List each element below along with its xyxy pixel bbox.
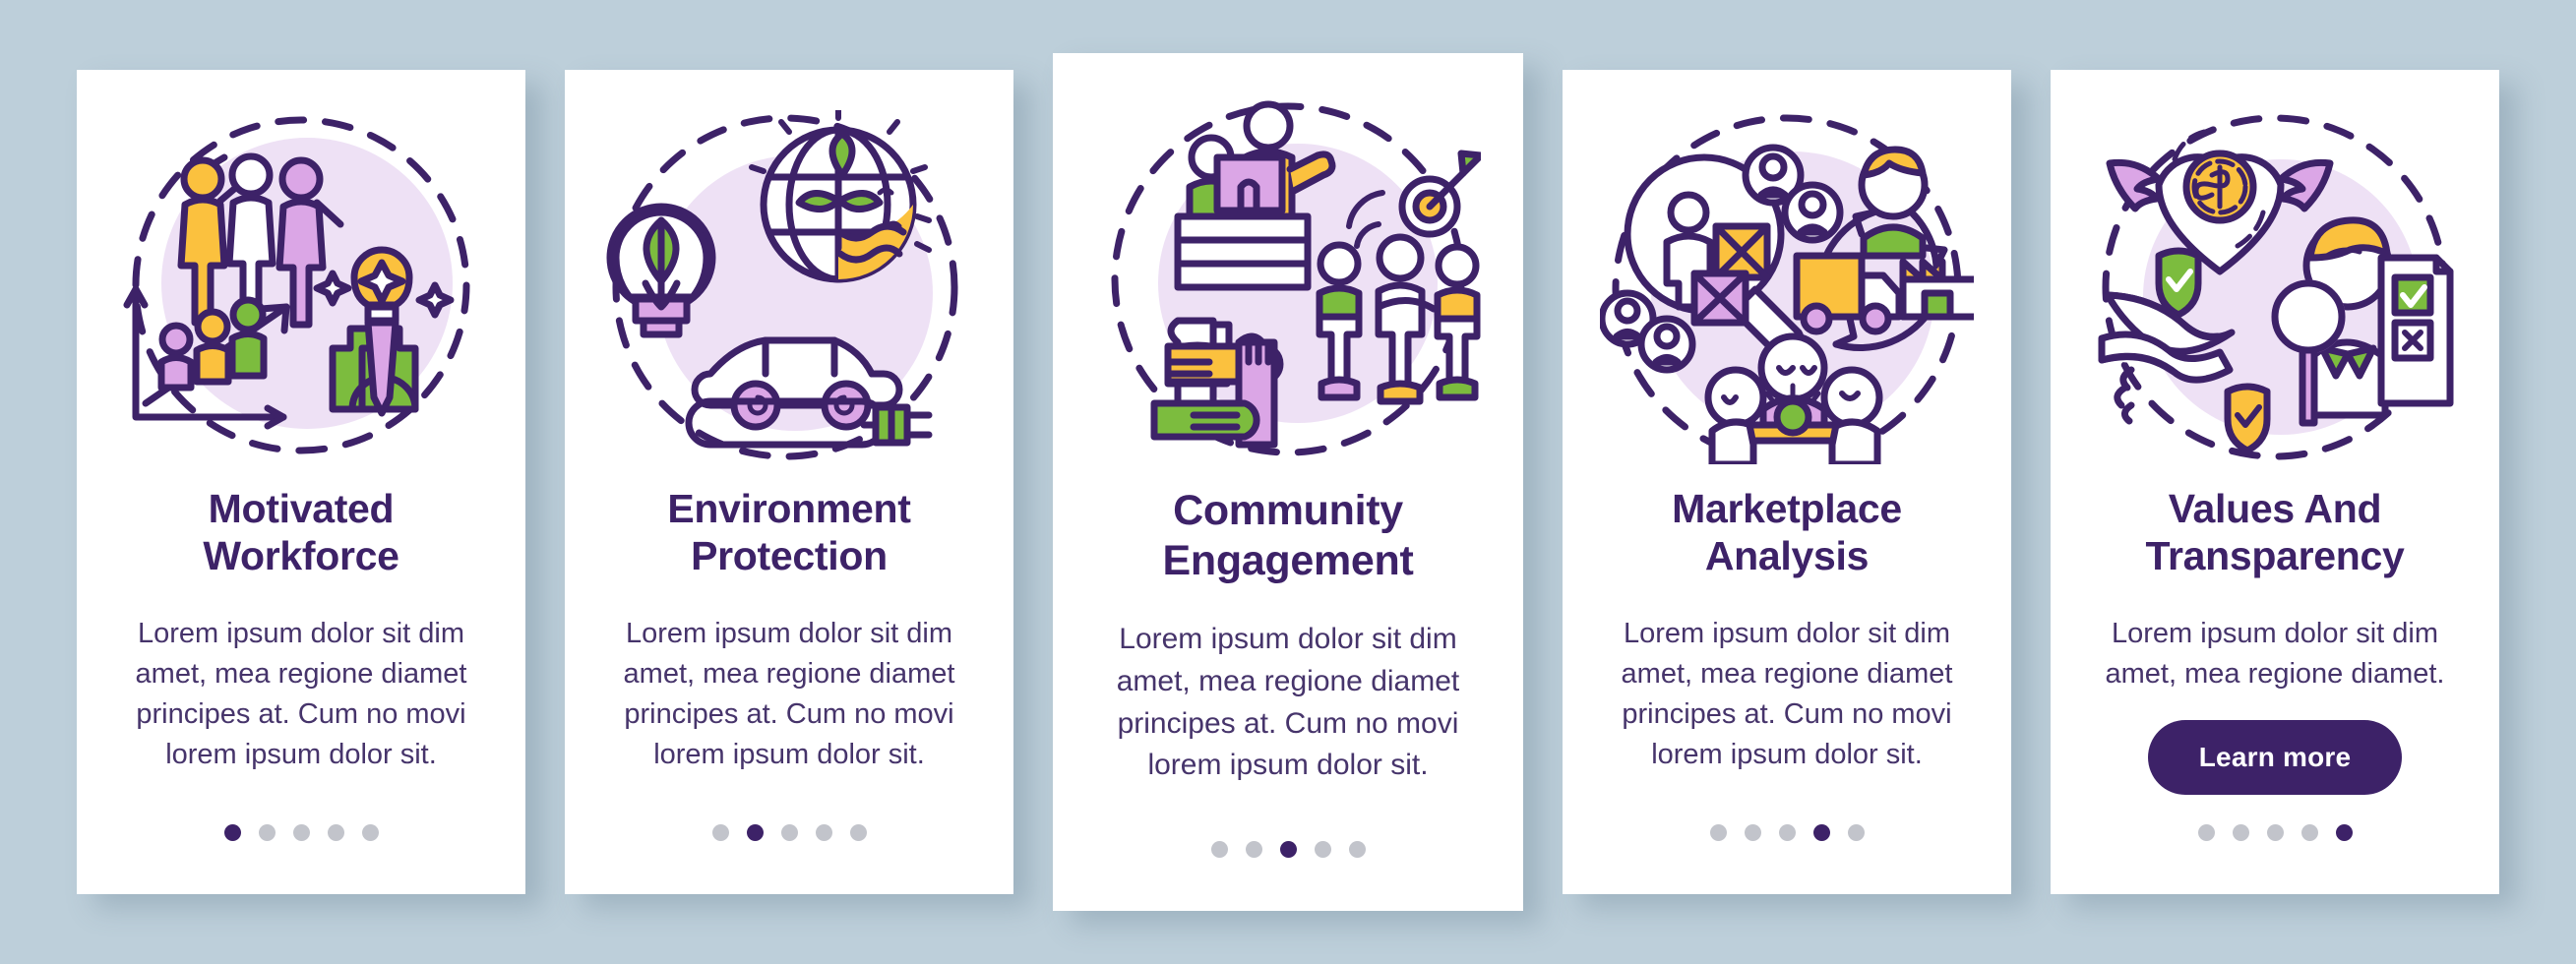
pagination-dots[interactable] [1709, 824, 1865, 841]
environment-protection-illustration [594, 95, 984, 479]
pagination-dot-4[interactable] [1812, 824, 1830, 841]
marketplace-analysis-illustration [1592, 95, 1982, 479]
pagination-dot-5[interactable] [1348, 841, 1366, 858]
pagination-dot-3[interactable] [1279, 841, 1297, 858]
pagination-dot-5[interactable] [1847, 824, 1865, 841]
onboarding-card-values-and-transparency[interactable]: Values And Transparency Lorem ipsum dolo… [2051, 70, 2499, 894]
pagination-dot-3[interactable] [292, 824, 310, 841]
pagination-dots[interactable] [223, 824, 379, 841]
community-engagement-illustration [1082, 79, 1494, 480]
pagination-dot-3[interactable] [780, 824, 798, 841]
card-body-text: Lorem ipsum dolor sit dim amet, mea regi… [135, 617, 467, 771]
pagination-dot-1[interactable] [223, 824, 241, 841]
motivated-workforce-illustration [106, 95, 496, 479]
pagination-dot-3[interactable] [2266, 824, 2284, 841]
pagination-dot-2[interactable] [746, 824, 764, 841]
values-and-transparency-illustration [2080, 95, 2470, 479]
card-title: Values And Transparency [2145, 486, 2405, 579]
pagination-dot-3[interactable] [1778, 824, 1796, 841]
pagination-dots[interactable] [2197, 824, 2353, 841]
card-title: Environment Protection [667, 486, 911, 579]
card-title: Motivated Workforce [203, 486, 399, 579]
onboarding-card-environment-protection[interactable]: Environment Protection Lorem ipsum dolor… [565, 70, 1013, 894]
pagination-dot-2[interactable] [1744, 824, 1761, 841]
pagination-dot-5[interactable] [849, 824, 867, 841]
card-body-text: Lorem ipsum dolor sit dim amet, mea regi… [1116, 623, 1460, 782]
card-body-text: Lorem ipsum dolor sit dim amet, mea regi… [623, 617, 955, 771]
pagination-dot-1[interactable] [1709, 824, 1727, 841]
learn-more-button[interactable]: Learn more [2147, 720, 2403, 796]
onboarding-card-community-engagement[interactable]: Community Engagement Lorem ipsum dolor s… [1053, 53, 1523, 911]
pagination-dot-4[interactable] [1314, 841, 1331, 858]
pagination-dot-5[interactable] [361, 824, 379, 841]
pagination-dots[interactable] [711, 824, 867, 841]
pagination-dot-1[interactable] [711, 824, 729, 841]
pagination-dot-1[interactable] [1210, 841, 1228, 858]
pagination-dot-2[interactable] [2232, 824, 2249, 841]
card-title: Community Engagement [1162, 487, 1414, 584]
onboarding-card-motivated-workforce[interactable]: Motivated Workforce Lorem ipsum dolor si… [77, 70, 525, 894]
onboarding-screens-stage: Motivated Workforce Lorem ipsum dolor si… [0, 0, 2576, 964]
pagination-dot-4[interactable] [327, 824, 344, 841]
pagination-dot-2[interactable] [1245, 841, 1262, 858]
onboarding-card-marketplace-analysis[interactable]: Marketplace Analysis Lorem ipsum dolor s… [1563, 70, 2011, 894]
card-title: Marketplace Analysis [1672, 486, 1902, 579]
pagination-dot-2[interactable] [258, 824, 276, 841]
card-body-text: Lorem ipsum dolor sit dim amet, mea regi… [2105, 617, 2445, 690]
pagination-dot-1[interactable] [2197, 824, 2215, 841]
pagination-dot-4[interactable] [2300, 824, 2318, 841]
card-body-text: Lorem ipsum dolor sit dim amet, mea regi… [1621, 617, 1953, 771]
pagination-dot-5[interactable] [2335, 824, 2353, 841]
pagination-dots[interactable] [1210, 841, 1366, 858]
pagination-dot-4[interactable] [815, 824, 832, 841]
onboarding-card-list: Motivated Workforce Lorem ipsum dolor si… [0, 0, 2576, 964]
